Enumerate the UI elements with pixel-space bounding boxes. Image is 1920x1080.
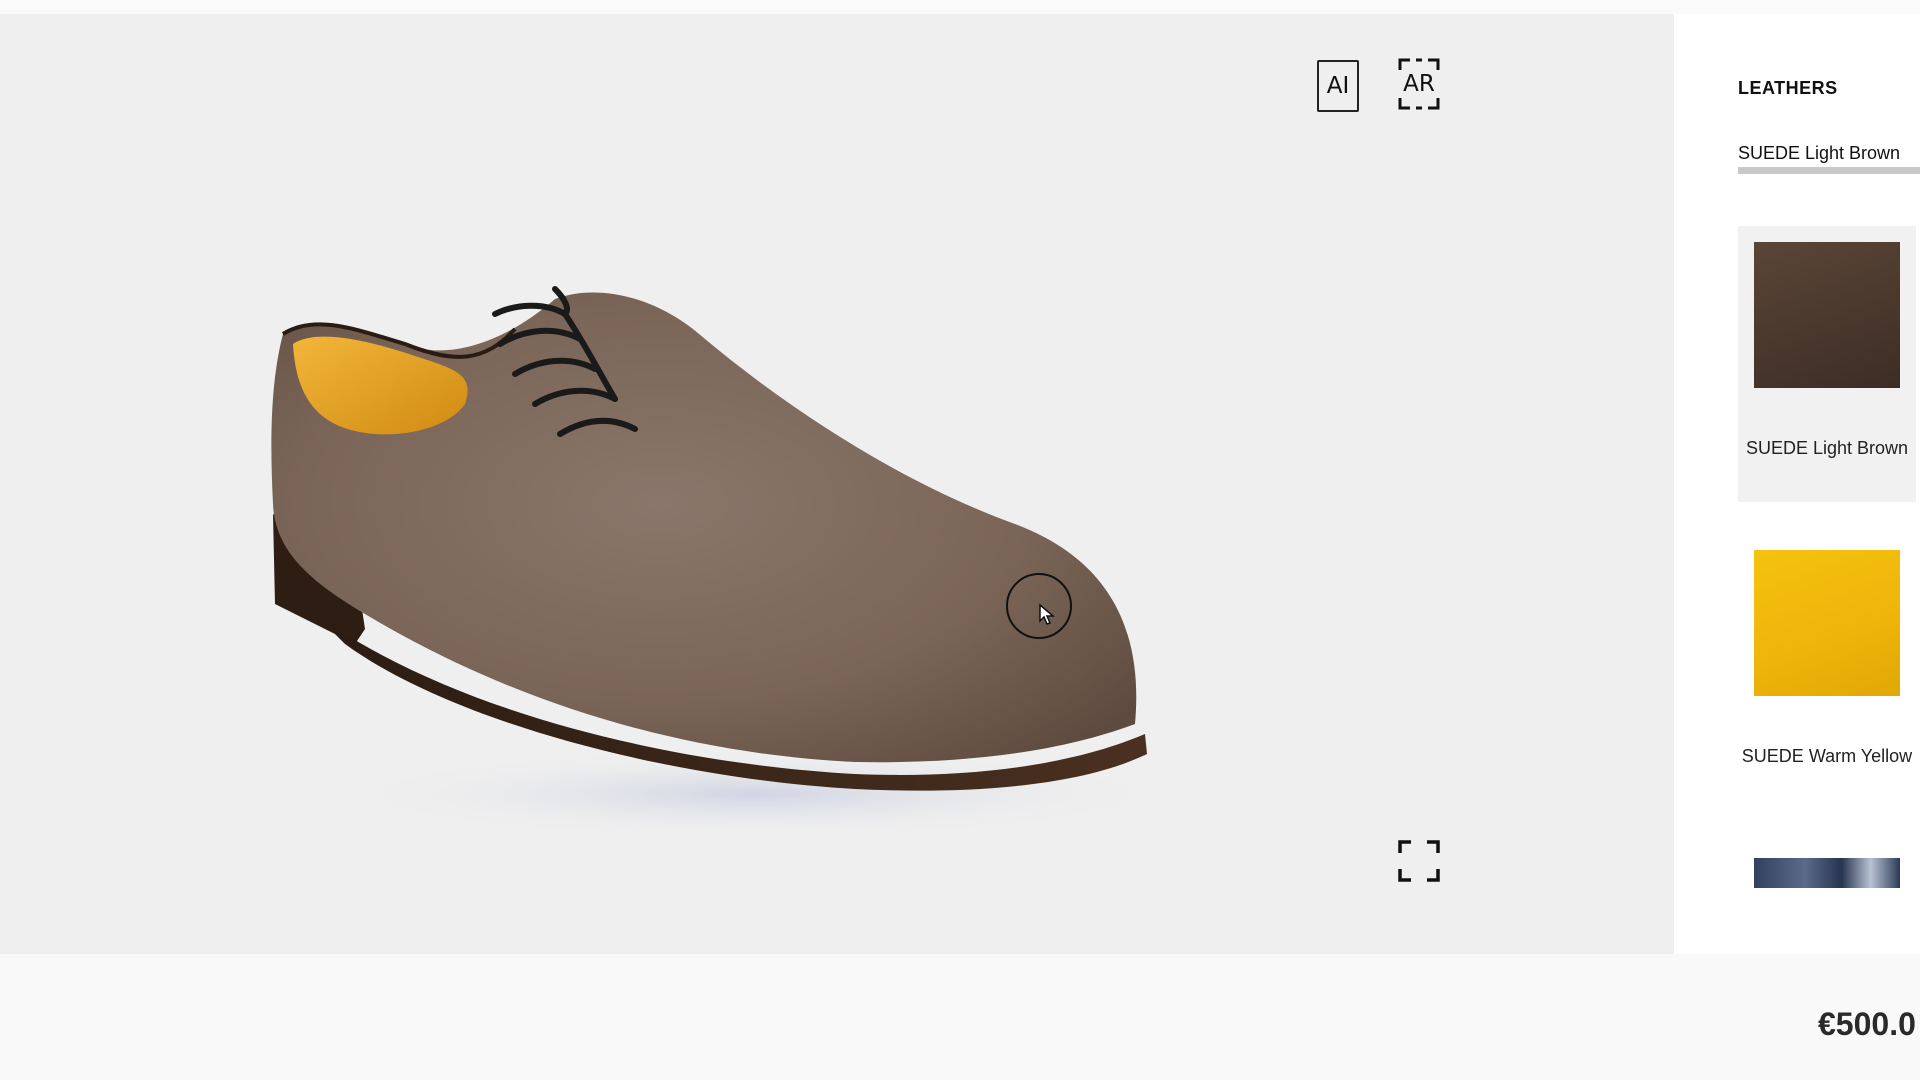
swatch-blue[interactable] — [1754, 858, 1900, 888]
swatch-card-suede-light-brown[interactable]: SUEDE Light Brown — [1738, 226, 1916, 502]
swatch-label: SUEDE Light Brown — [1745, 438, 1909, 458]
cursor-indicator — [1006, 573, 1072, 639]
ai-button[interactable]: AI — [1317, 60, 1359, 112]
tab-suede-light-brown[interactable]: SUEDE Light Brown — [1738, 143, 1900, 164]
swatch-card-suede-warm-yellow[interactable]: SUEDE Warm Yellow — [1738, 534, 1916, 810]
swatch-card-blue[interactable] — [1738, 842, 1916, 954]
swatch-label: SUEDE Warm Yellow — [1741, 746, 1913, 766]
active-tab-indicator — [1738, 167, 1920, 174]
options-panel: LEATHERS SUEDE Light Brown SUEDE Light B… — [1674, 14, 1920, 954]
ar-button[interactable]: AR — [1398, 58, 1440, 110]
ai-button-label: AI — [1326, 73, 1350, 99]
swatch-suede-warm-yellow[interactable] — [1754, 550, 1900, 696]
price-label: €500.0 — [1818, 1006, 1916, 1042]
product-viewer[interactable]: AI AR — [0, 14, 1674, 954]
fullscreen-button[interactable] — [1398, 840, 1440, 882]
ar-button-label: AR — [1403, 71, 1435, 97]
footer-bar: €500.0 — [0, 954, 1920, 1080]
leathers-heading: LEATHERS — [1738, 78, 1838, 98]
configurator-app: AI AR LEATHERS SUEDE Light Brown SUEDE L… — [0, 0, 1920, 1080]
fullscreen-icon — [1398, 840, 1440, 882]
swatch-suede-light-brown[interactable] — [1754, 242, 1900, 388]
pointer-cursor-icon — [1039, 603, 1056, 625]
